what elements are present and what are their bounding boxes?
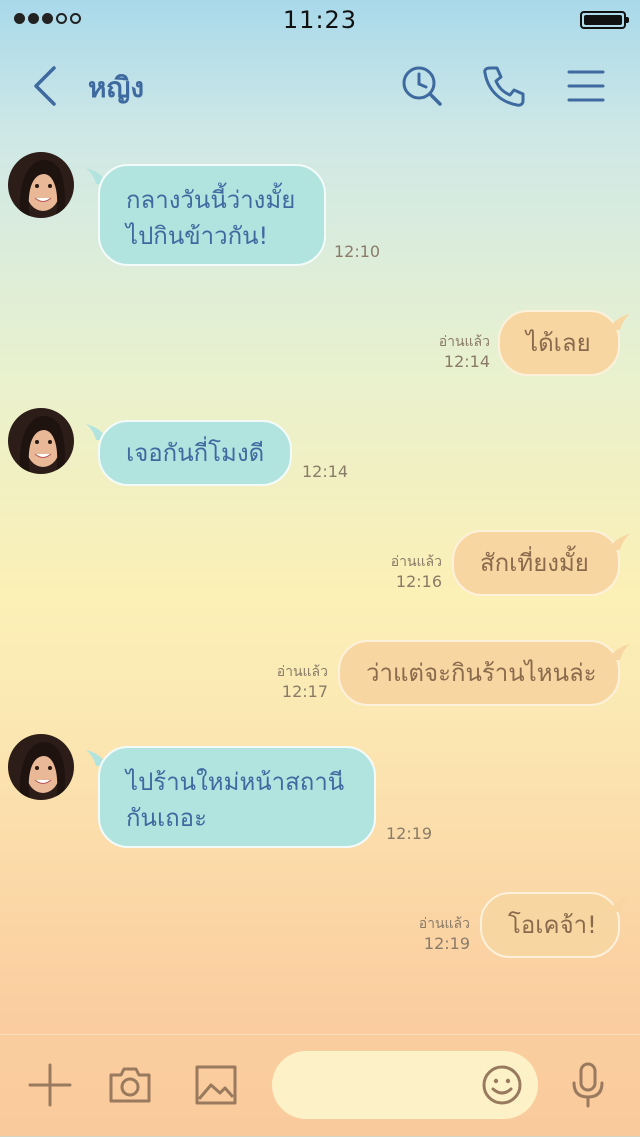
message-bubble[interactable]: ว่าแต่จะกินร้านไหนล่ะ	[338, 640, 620, 706]
chevron-left-icon	[34, 66, 56, 106]
avatar[interactable]	[8, 734, 74, 800]
back-button[interactable]	[26, 64, 66, 108]
read-receipt: อ่านแล้ว 12:14	[438, 334, 490, 371]
menu-button[interactable]	[562, 62, 610, 110]
message-text: ไปกินข้าวกัน!	[126, 222, 269, 250]
add-button[interactable]	[26, 1061, 74, 1109]
camera-icon	[109, 1067, 151, 1103]
message-text: โอเคจ้า!	[508, 911, 597, 939]
message-time: 12:19	[386, 824, 433, 843]
plus-icon	[28, 1063, 72, 1107]
message-bubble[interactable]: สักเที่ยงมั้ย	[452, 530, 620, 596]
chat-header: หญิง	[0, 44, 640, 124]
message-bubble[interactable]: กลางวันนี้ว่างมั้ย ไปกินข้าวกัน!	[98, 164, 326, 266]
clock-search-icon	[402, 66, 442, 106]
image-button[interactable]	[192, 1061, 240, 1109]
status-time: 11:23	[282, 6, 358, 34]
smiley-icon	[482, 1065, 522, 1105]
emoji-button[interactable]	[480, 1063, 524, 1107]
call-button[interactable]	[480, 62, 528, 110]
read-receipt: อ่านแล้ว 12:16	[390, 554, 442, 591]
message-text: กันเถอะ	[126, 804, 207, 832]
message-text: กลางวันนี้ว่างมั้ย	[126, 186, 296, 214]
avatar[interactable]	[8, 152, 74, 218]
message-text: ไปร้านใหม่หน้าสถานี	[126, 768, 345, 796]
phone-icon	[483, 66, 525, 107]
message-bubble[interactable]: ได้เลย	[498, 310, 620, 376]
message-time: 12:10	[334, 242, 381, 261]
camera-button[interactable]	[106, 1061, 154, 1109]
composer-bar	[0, 1034, 640, 1137]
status-bar: 11:23	[0, 0, 640, 40]
battery-icon	[580, 11, 629, 29]
message-bubble[interactable]: ไปร้านใหม่หน้าสถานี กันเถอะ	[98, 746, 376, 848]
message-text: สักเที่ยงมั้ย	[480, 549, 589, 577]
mic-button[interactable]	[564, 1061, 612, 1109]
microphone-icon	[572, 1062, 604, 1108]
avatar[interactable]	[8, 408, 74, 474]
message-bubble[interactable]: โอเคจ้า!	[480, 892, 620, 958]
read-receipt: อ่านแล้ว 12:17	[276, 664, 328, 701]
message-text: เจอกันกี่โมงดี	[126, 439, 265, 467]
read-receipt: อ่านแล้ว 12:19	[418, 916, 470, 953]
image-icon	[195, 1065, 237, 1105]
message-text: ได้เลย	[526, 329, 591, 357]
message-bubble[interactable]: เจอกันกี่โมงดี	[98, 420, 292, 486]
message-time: 12:14	[302, 462, 349, 481]
hamburger-menu-icon	[567, 70, 605, 102]
search-history-button[interactable]	[398, 62, 446, 110]
message-text: ว่าแต่จะกินร้านไหนล่ะ	[366, 659, 597, 687]
contact-name: หญิง	[88, 71, 144, 104]
